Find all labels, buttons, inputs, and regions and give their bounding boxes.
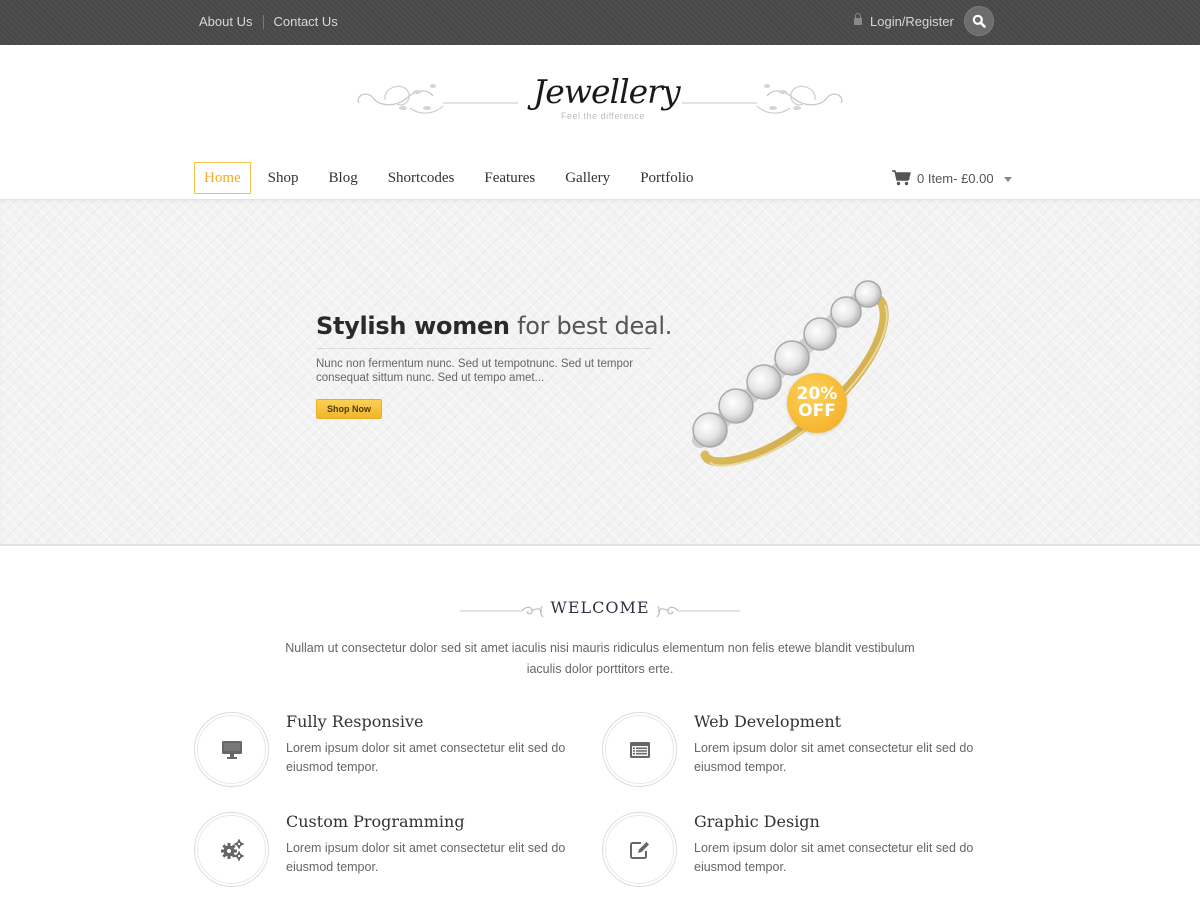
feature-fully-responsive: Fully Responsive Lorem ipsum dolor sit a…: [194, 712, 594, 792]
hero-text: Nunc non fermentum nunc. Sed ut tempotnu…: [316, 358, 634, 384]
feature-icon-circle: [194, 712, 269, 787]
edit-icon: [629, 841, 649, 859]
welcome-section: WELCOME Nullam ut consectetur dolor sed …: [0, 598, 1200, 676]
feature-text: Lorem ipsum dolor sit amet consectetur e…: [694, 741, 974, 774]
nav-item-portfolio[interactable]: Portfolio: [625, 162, 708, 194]
site-logo[interactable]: Jewellery Feel the difference: [355, 70, 845, 130]
ornament-left-icon: [460, 605, 544, 618]
cart-dropdown[interactable]: 0 Item- £0.00: [892, 170, 1012, 186]
cart-summary: 0 Item- £0.00: [917, 170, 994, 186]
about-us-link[interactable]: About Us: [199, 14, 252, 29]
ornament-right-icon: [656, 605, 740, 618]
nav-item-shop[interactable]: Shop: [253, 162, 314, 194]
feature-graphic-design: Graphic Design Lorem ipsum dolor sit ame…: [602, 812, 1002, 892]
feature-title: Web Development: [694, 712, 842, 731]
hero-headline-light: for best deal.: [517, 312, 673, 340]
ornament-left-icon: [357, 84, 518, 114]
feature-text: Lorem ipsum dolor sit amet consectetur e…: [286, 741, 566, 774]
main-nav: Home Shop Blog Shortcodes Features Galle…: [194, 162, 709, 194]
feature-icon-circle: [602, 712, 677, 787]
welcome-text: Nullam ut consectetur dolor sed sit amet…: [285, 641, 915, 676]
chevron-down-icon: [1003, 176, 1012, 182]
badge-off: OFF: [798, 401, 836, 421]
nav-item-features[interactable]: Features: [469, 162, 550, 194]
cart-icon: [892, 170, 911, 186]
contact-us-link[interactable]: Contact Us: [273, 14, 337, 29]
feature-title: Fully Responsive: [286, 712, 424, 731]
feature-title: Custom Programming: [286, 812, 465, 831]
feature-text: Lorem ipsum dolor sit amet consectetur e…: [286, 841, 566, 874]
logo-tagline: Feel the difference: [561, 111, 645, 121]
ring-image: [692, 280, 889, 467]
ornament-right-icon: [682, 84, 843, 114]
hero-banner: Stylish women for best deal. Nunc non fe…: [0, 199, 1200, 546]
feature-custom-programming: Custom Programming Lorem ipsum dolor sit…: [194, 812, 594, 892]
nav-item-gallery[interactable]: Gallery: [550, 162, 625, 194]
hero-divider: [316, 348, 652, 349]
lock-icon: [854, 13, 862, 26]
browser-list-icon: [629, 741, 650, 758]
hero-headline-bold: Stylish women: [316, 312, 510, 340]
logo-title: Jewellery: [533, 72, 681, 111]
nav-item-shortcodes[interactable]: Shortcodes: [373, 162, 470, 194]
feature-title: Graphic Design: [694, 812, 820, 831]
shop-now-button[interactable]: Shop Now: [316, 399, 382, 419]
feature-icon-circle: [194, 812, 269, 887]
feature-web-development: Web Development Lorem ipsum dolor sit am…: [602, 712, 1002, 792]
login-register-label: Login/Register: [870, 14, 954, 29]
discount-badge: 20% OFF: [787, 373, 847, 433]
nav-item-blog[interactable]: Blog: [314, 162, 373, 194]
search-icon: [972, 14, 986, 28]
feature-icon-circle: [602, 812, 677, 887]
monitor-icon: [221, 740, 242, 759]
welcome-heading: WELCOME: [550, 598, 650, 617]
search-button[interactable]: [964, 6, 994, 36]
feature-text: Lorem ipsum dolor sit amet consectetur e…: [694, 841, 974, 874]
hero-headline: Stylish women for best deal.: [316, 312, 672, 340]
gears-icon: [220, 839, 243, 860]
link-divider: [263, 14, 265, 29]
top-bar: About Us Contact Us Login/Register: [0, 0, 1200, 45]
nav-item-home[interactable]: Home: [194, 162, 251, 194]
top-links: About Us Contact Us: [199, 14, 338, 29]
login-register-link[interactable]: Login/Register: [854, 13, 954, 29]
